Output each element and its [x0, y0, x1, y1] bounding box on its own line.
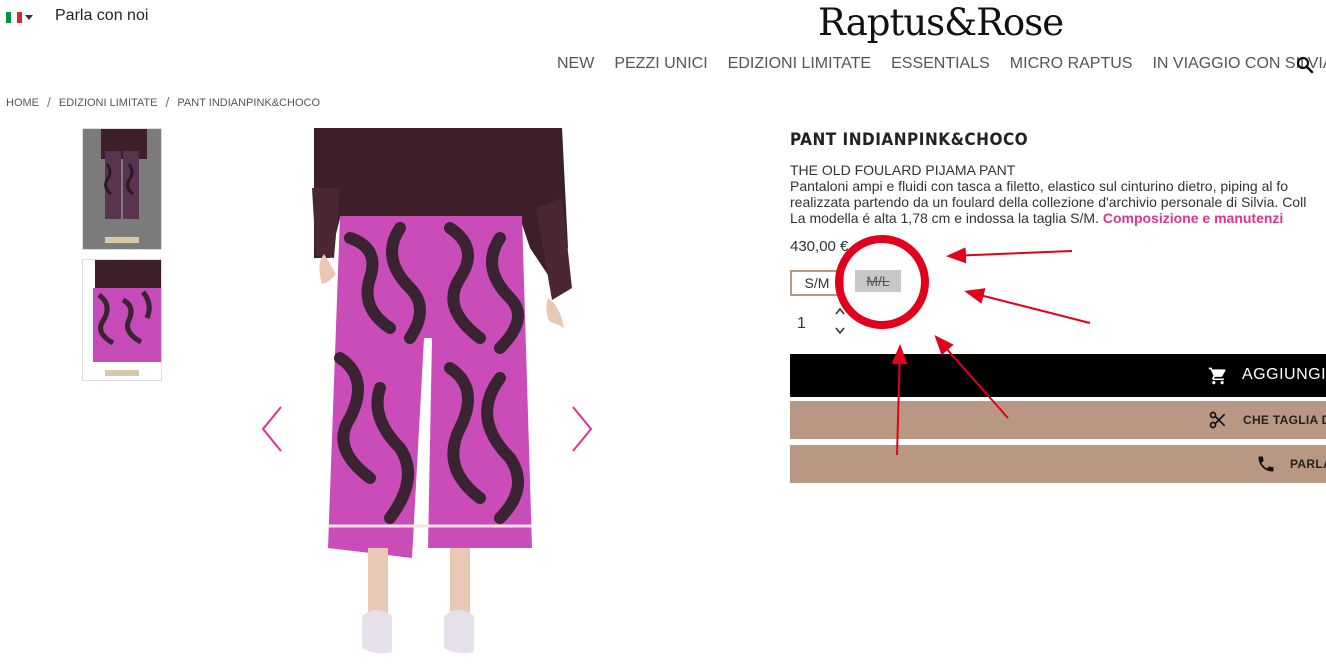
product-price: 430,00 € [790, 238, 849, 255]
size-guide-label: CHE TAGLIA D [1243, 413, 1326, 427]
add-to-cart-button[interactable]: AGGIUNGI [790, 354, 1326, 397]
description-line: La modella é alta 1,78 cm e indossa la t… [790, 210, 1326, 226]
product-title: PANT INDIANPINK&CHOCO [790, 130, 1029, 150]
add-to-cart-label: AGGIUNGI [1242, 366, 1326, 383]
annotation-arrow [946, 247, 1073, 264]
search-icon[interactable] [1296, 56, 1314, 74]
phone-icon [1258, 456, 1274, 472]
size-guide-button[interactable]: CHE TAGLIA D [790, 401, 1326, 439]
italy-flag-icon[interactable] [6, 12, 22, 23]
product-description: THE OLD FOULARD PIJAMA PANT Pantaloni am… [790, 162, 1326, 226]
breadcrumb: HOME / EDIZIONI LIMITATE / PANT INDIANPI… [6, 94, 321, 110]
main-nav: NEW PEZZI UNICI EDIZIONI LIMITATE ESSENT… [557, 55, 1326, 73]
top-bar: Parla con noi Raptus&Rose [0, 0, 1326, 44]
scissors-icon [1209, 411, 1226, 429]
description-line: Pantaloni ampi e fluidi con tasca a file… [790, 178, 1289, 194]
nav-item-edizioni-limitate[interactable]: EDIZIONI LIMITATE [728, 55, 871, 73]
nav-item-micro-raptus[interactable]: MICRO RAPTUS [1010, 55, 1133, 73]
annotation-arrow [964, 288, 1091, 324]
breadcrumb-current: PANT INDIANPINK&CHOCO [177, 97, 321, 109]
breadcrumb-separator: / [47, 94, 51, 110]
product-main-image [300, 128, 590, 671]
nav-item-new[interactable]: NEW [557, 55, 594, 73]
talk-to-us-label: PARLA [1290, 457, 1326, 471]
nav-item-pezzi-unici[interactable]: PEZZI UNICI [614, 55, 707, 73]
product-subtitle: THE OLD FOULARD PIJAMA PANT [790, 162, 1016, 178]
nav-item-essentials[interactable]: ESSENTIALS [891, 55, 990, 73]
breadcrumb-category[interactable]: EDIZIONI LIMITATE [59, 97, 158, 110]
product-thumbnail[interactable] [82, 259, 162, 381]
breadcrumb-separator: / [165, 94, 170, 110]
contact-link[interactable]: Parla con noi [55, 7, 148, 25]
quantity-input[interactable]: 1 [797, 315, 806, 333]
chevron-down-icon[interactable] [25, 15, 33, 20]
description-line: realizzata partendo da un foulard della … [790, 194, 1307, 210]
brand-logo[interactable]: Raptus&Rose [818, 1, 1064, 44]
next-image-arrow-icon[interactable] [571, 405, 593, 453]
breadcrumb-home[interactable]: HOME [6, 97, 39, 110]
size-option-ml[interactable]: M/L [855, 270, 901, 292]
chevron-up-icon[interactable] [834, 307, 846, 315]
cart-icon [1208, 367, 1226, 385]
product-thumbnail[interactable] [82, 128, 162, 250]
talk-to-us-button[interactable]: PARLA [790, 445, 1326, 483]
chevron-down-icon[interactable] [834, 327, 846, 335]
model-info: La modella é alta 1,78 cm e indossa la t… [790, 210, 1099, 226]
prev-image-arrow-icon[interactable] [261, 405, 283, 453]
composition-link[interactable]: Composizione e manutenzi [1103, 210, 1283, 226]
size-option-sm[interactable]: S/M [790, 270, 844, 296]
